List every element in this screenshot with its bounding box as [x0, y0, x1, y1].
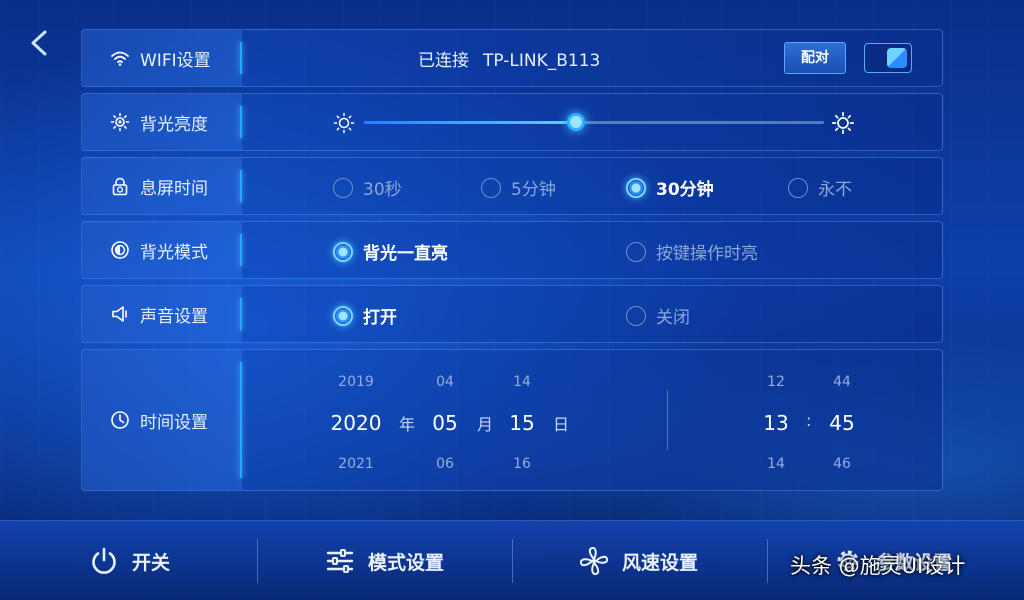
hour-next[interactable]: 14	[759, 456, 793, 474]
backlight-mode-label: 背光模式	[82, 222, 242, 278]
timeout-option-30min[interactable]: 30分钟	[626, 175, 714, 200]
slider-fill	[364, 121, 576, 124]
fan-icon	[579, 546, 609, 576]
radio-button[interactable]	[333, 177, 353, 198]
brightness-setting-label: 背光亮度	[82, 94, 242, 150]
backlight-mode-row: 背光模式 背光一直亮 按键操作时亮	[81, 221, 943, 279]
year-next[interactable]: 2021	[328, 456, 384, 474]
nav-label: 风速设置	[622, 551, 699, 574]
watermark: 头条 @施灵UI设计	[790, 554, 966, 578]
sound-option-off[interactable]: 关闭	[626, 303, 690, 328]
hour-current[interactable]: 13	[759, 411, 793, 437]
sliders-icon	[326, 549, 354, 573]
day-current[interactable]: 15	[505, 411, 539, 437]
day-next[interactable]: 16	[505, 456, 539, 474]
backlight-mode-label-text: 背光模式	[140, 242, 208, 263]
hour-prev[interactable]: 12	[759, 374, 793, 392]
radio-button[interactable]	[333, 241, 353, 262]
option-label: 关闭	[656, 308, 690, 328]
option-label: 30秒	[363, 180, 402, 200]
option-label: 30分钟	[656, 180, 714, 200]
nav-divider	[767, 539, 768, 583]
radio-button[interactable]	[481, 177, 501, 198]
option-label: 永不	[818, 180, 852, 200]
option-label: 按键操作时亮	[656, 244, 758, 264]
option-label: 背光一直亮	[363, 244, 448, 264]
nav-power[interactable]: 开关	[88, 541, 170, 581]
radio-button[interactable]	[626, 241, 646, 262]
speaker-icon	[112, 306, 127, 322]
brightness-setting-row: 背光亮度	[81, 93, 943, 151]
year-unit: 年	[399, 415, 416, 434]
wifi-toggle[interactable]	[864, 43, 912, 73]
brightness-high-icon[interactable]	[832, 112, 854, 134]
radio-button[interactable]	[788, 177, 808, 198]
month-unit: 月	[477, 415, 494, 434]
sound-option-on[interactable]: 打开	[333, 303, 397, 328]
nav-label: 模式设置	[368, 551, 445, 574]
wifi-status: 已连接 TP-LINK_B113	[418, 46, 600, 71]
day-unit: 日	[553, 415, 570, 434]
screen-timeout-label-text: 息屏时间	[140, 178, 208, 199]
timeout-option-5min[interactable]: 5分钟	[481, 175, 556, 200]
month-prev[interactable]: 04	[428, 374, 462, 392]
backlight-option-on-keypress[interactable]: 按键操作时亮	[626, 239, 758, 264]
date-time-divider	[667, 390, 668, 450]
timeout-option-never[interactable]: 永不	[788, 175, 852, 200]
minute-current[interactable]: 45	[825, 411, 859, 437]
day-picker[interactable]: 14 15 16	[505, 374, 539, 474]
time-setting-label: 时间设置	[82, 350, 242, 490]
nav-divider	[257, 539, 258, 583]
sound-setting-row: 声音设置 打开 关闭	[81, 285, 943, 343]
brightness-label-text: 背光亮度	[140, 114, 208, 135]
sound-setting-label: 声音设置	[82, 286, 242, 342]
nav-divider	[512, 539, 513, 583]
minute-next[interactable]: 46	[825, 456, 859, 474]
brightness-low-icon[interactable]	[333, 112, 355, 134]
timeout-option-30s[interactable]: 30秒	[333, 175, 402, 200]
hour-picker[interactable]: 12 13 14	[759, 374, 793, 474]
toggle-knob	[887, 48, 907, 68]
option-label: 打开	[363, 308, 397, 328]
radio-button[interactable]	[626, 305, 646, 326]
sound-label-text: 声音设置	[140, 306, 208, 327]
wifi-label-text: WIFI设置	[140, 50, 211, 71]
wifi-setting-label: WIFI设置	[82, 30, 242, 86]
power-icon	[92, 547, 116, 574]
radio-button[interactable]	[626, 177, 646, 198]
back-arrow-icon[interactable]	[26, 28, 54, 58]
year-prev[interactable]: 2019	[328, 374, 384, 392]
wifi-network-name: TP-LINK_B113	[483, 51, 601, 71]
nav-mode-settings[interactable]: 模式设置	[324, 541, 444, 581]
time-colon: :	[806, 411, 812, 430]
minute-picker[interactable]: 44 45 46	[825, 374, 859, 474]
month-current[interactable]: 05	[428, 411, 462, 437]
month-next[interactable]: 06	[428, 456, 462, 474]
pair-button[interactable]: 配对	[784, 42, 846, 74]
slider-handle[interactable]	[566, 113, 585, 131]
year-current[interactable]: 2020	[328, 411, 384, 437]
nav-label: 开关	[132, 551, 171, 574]
radio-button[interactable]	[333, 305, 353, 326]
time-setting-row: 时间设置 2019 2020 2021 年 04 05 06 月 14 15 1…	[81, 349, 943, 491]
clock-icon	[111, 411, 129, 429]
brightness-slider[interactable]	[364, 113, 824, 131]
nav-fan-speed[interactable]: 风速设置	[578, 541, 698, 581]
year-picker[interactable]: 2019 2020 2021	[328, 374, 384, 474]
wifi-connection-status: 已连接	[418, 51, 469, 71]
wifi-setting-row: WIFI设置 已连接 TP-LINK_B113 配对	[81, 29, 943, 87]
wifi-icon	[111, 51, 129, 66]
backlight-option-always-on[interactable]: 背光一直亮	[333, 239, 448, 264]
option-label: 5分钟	[511, 180, 556, 200]
lock-icon	[112, 177, 128, 196]
contrast-icon	[111, 241, 129, 259]
screen-timeout-row: 息屏时间 30秒 5分钟 30分钟 永不	[81, 157, 943, 215]
day-prev[interactable]: 14	[505, 374, 539, 392]
minute-prev[interactable]: 44	[825, 374, 859, 392]
time-label-text: 时间设置	[140, 412, 208, 433]
screen-timeout-label: 息屏时间	[82, 158, 242, 214]
month-picker[interactable]: 04 05 06	[428, 374, 462, 474]
brightness-icon	[110, 112, 130, 132]
